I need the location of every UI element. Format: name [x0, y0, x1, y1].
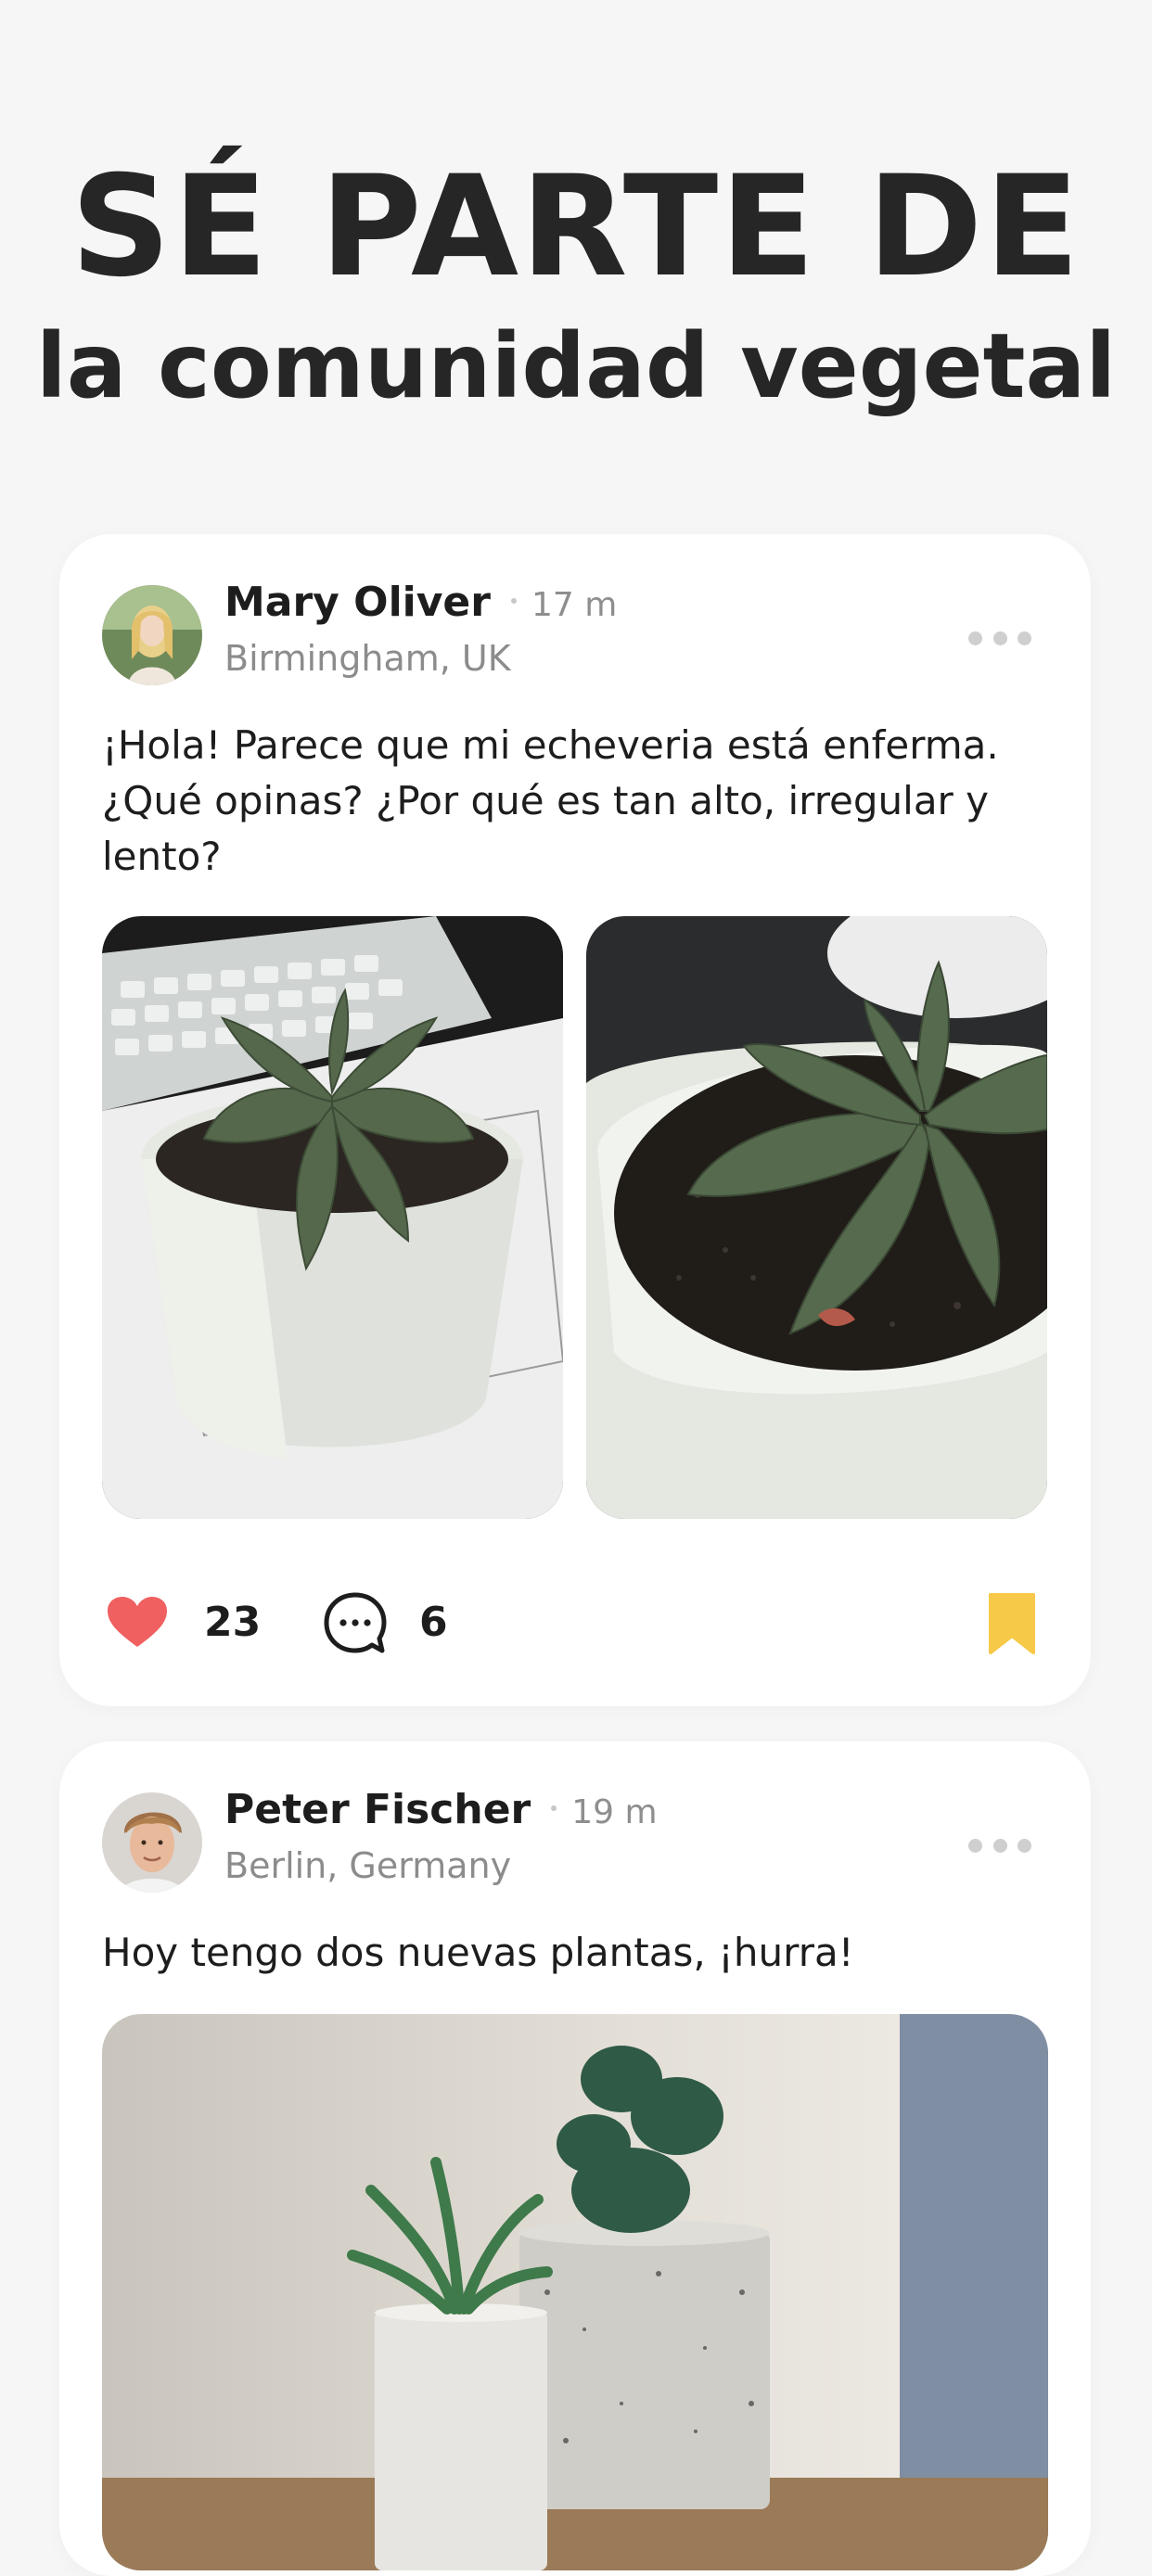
author-location: Berlin, Germany: [224, 1845, 512, 1886]
author-name-text[interactable]: Peter Fischer: [224, 1786, 531, 1833]
post-card[interactable]: Mary Oliver 17 m Birmingham, UK ¡Hola! Pa…: [59, 534, 1091, 1706]
post-time: 19 m: [571, 1793, 658, 1831]
like-count: 23: [204, 1599, 262, 1646]
hero-subtitle: la comunidad vegetal: [35, 314, 1117, 418]
more-icon: [968, 1838, 982, 1853]
more-icon-dot: [992, 1838, 1007, 1853]
bookmark-icon[interactable]: [987, 1591, 1037, 1656]
hero-header: SÉ PARTE DE la comunidad vegetal: [0, 0, 1152, 519]
post-card[interactable]: Peter Fischer 19 m Berlin, Germany Hoy te…: [59, 1741, 1091, 2576]
post-photo[interactable]: [102, 2014, 1048, 2570]
author-avatar[interactable]: [102, 585, 202, 685]
hero-title: SÉ PARTE DE: [70, 147, 1082, 308]
post-photo[interactable]: [586, 916, 1047, 1519]
author-location: Birmingham, UK: [224, 638, 511, 679]
more-icon: [968, 631, 982, 645]
post-actions: 23 6: [102, 1575, 1048, 1667]
more-icon-dot: [992, 631, 1007, 645]
post-text: ¡Hola! Parece que mi echeveria está enfe…: [102, 722, 999, 879]
more-icon-dot: [1018, 1838, 1031, 1853]
author-name-text[interactable]: Mary Oliver: [224, 579, 491, 626]
more-options-button[interactable]: [968, 627, 1031, 649]
post-time: 17 m: [531, 586, 618, 624]
separator-dot: [551, 1805, 557, 1811]
author-name[interactable]: Mary Oliver 17 m: [224, 579, 617, 626]
comment-icon[interactable]: [323, 1591, 388, 1656]
post-text: Hoy tengo dos nuevas plantas, ¡hurra!: [102, 1930, 854, 1975]
heart-icon[interactable]: [108, 1597, 167, 1649]
author-avatar[interactable]: [102, 1792, 202, 1893]
author-name[interactable]: Peter Fischer 19 m: [224, 1786, 658, 1833]
post-photo[interactable]: [102, 916, 563, 1519]
more-icon-dot: [1018, 631, 1031, 645]
more-options-button[interactable]: [968, 1834, 1031, 1856]
comment-count: 6: [419, 1599, 448, 1646]
separator-dot: [510, 598, 517, 604]
